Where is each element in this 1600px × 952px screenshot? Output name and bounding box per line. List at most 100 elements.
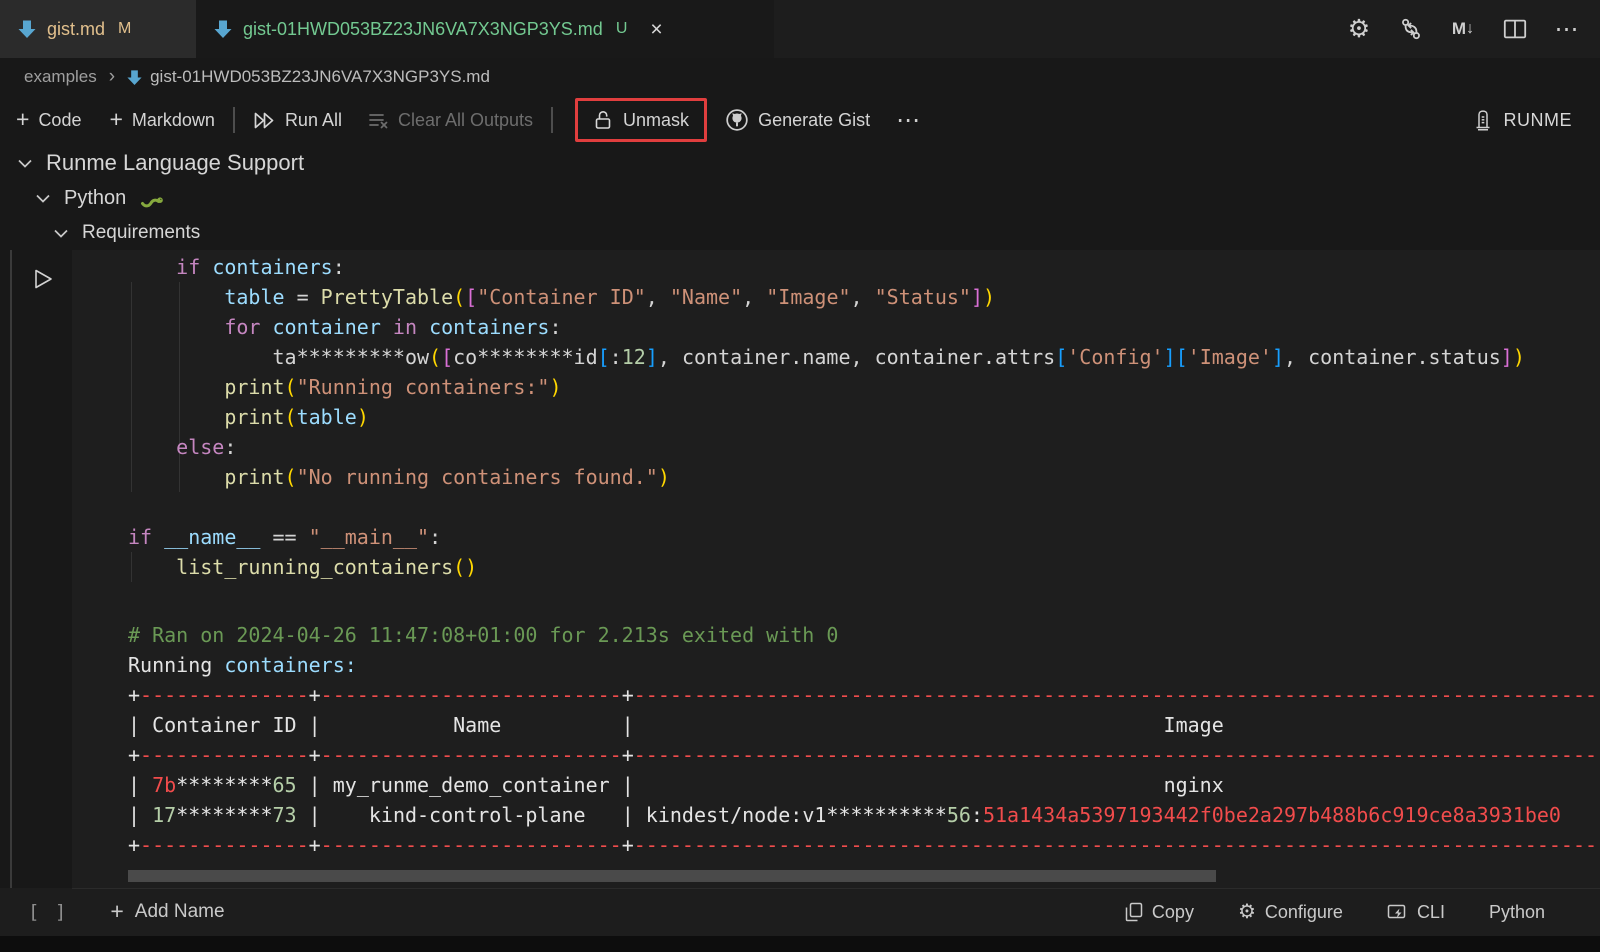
- horizontal-scrollbar[interactable]: [128, 870, 1216, 882]
- code-token: +: [622, 833, 634, 857]
- code-token: --------------: [140, 683, 309, 707]
- cell-more-actions-icon[interactable]: ⋯: [896, 106, 921, 135]
- code-token: +: [128, 683, 140, 707]
- breadcrumb-file[interactable]: gist-01HWD053BZ23JN6VA7X3NGP3YS.md: [150, 67, 490, 87]
- cell-status-bar: [ ] + Add Name Copy ⚙ Configure: [0, 888, 1600, 936]
- code-token: ----------------------------------------…: [634, 743, 1600, 767]
- code-token: 73: [273, 803, 297, 827]
- code-token: containers: [212, 255, 332, 279]
- plus-icon: +: [16, 108, 29, 131]
- code-token: | Container ID | Name | Image: [128, 713, 1224, 737]
- code-token: ********: [176, 803, 272, 827]
- code-editor[interactable]: if containers: table = PrettyTable(["Con…: [128, 252, 1525, 582]
- code-token: 'Image': [1188, 345, 1272, 369]
- breadcrumb: examples › gist-01HWD053BZ23JN6VA7X3NGP3…: [0, 58, 1600, 96]
- code-token: table: [224, 285, 284, 309]
- code-line: if containers:: [128, 252, 1525, 282]
- tab-title: gist.md: [47, 19, 105, 40]
- code-token: 17: [152, 803, 176, 827]
- execution-order-placeholder: [ ]: [28, 901, 68, 923]
- code-token: __name__: [164, 525, 260, 549]
- add-markdown-cell-button[interactable]: + Markdown: [109, 110, 214, 131]
- tab-title: gist-01HWD053BZ23JN6VA7X3NGP3YS.md: [243, 19, 603, 40]
- code-token: in: [393, 315, 417, 339]
- add-name-button[interactable]: + Add Name: [110, 901, 224, 923]
- code-token: -------------------------: [321, 743, 622, 767]
- code-token: =: [285, 285, 321, 309]
- cell-language-indicator[interactable]: Python: [1489, 902, 1545, 923]
- run-cell-button[interactable]: [30, 266, 56, 292]
- code-token: ,: [851, 285, 875, 309]
- code-token: ]: [646, 345, 658, 369]
- code-token: [417, 315, 429, 339]
- source-control-icon[interactable]: [1398, 16, 1424, 42]
- generate-gist-button[interactable]: Generate Gist: [725, 108, 870, 132]
- code-token: if: [128, 525, 152, 549]
- code-token: ]: [971, 285, 983, 309]
- code-token: -------------------------: [321, 833, 622, 857]
- unmask-button[interactable]: Unmask: [575, 98, 707, 142]
- gear-icon: ⚙: [1238, 902, 1256, 922]
- code-token: containers: [429, 315, 549, 339]
- notebook-toolbar: + Code + Markdown Run All Clear All Ou: [0, 96, 1600, 144]
- code-line: +--------------+------------------------…: [128, 680, 1600, 710]
- code-line: ta*********ow([co********id[:12], contai…: [128, 342, 1525, 372]
- code-token: :: [333, 255, 345, 279]
- code-token: [260, 315, 272, 339]
- code-token: containers:: [224, 653, 356, 677]
- cli-button[interactable]: CLI: [1387, 902, 1445, 923]
- add-code-cell-button[interactable]: + Code: [16, 110, 81, 131]
- window-bottom-strip: [0, 936, 1600, 952]
- code-token: ): [549, 375, 561, 399]
- code-token: [128, 375, 224, 399]
- plus-icon: +: [109, 108, 122, 131]
- code-token: else: [176, 435, 224, 459]
- code-token: [128, 465, 224, 489]
- code-token: "Image": [766, 285, 850, 309]
- markdown-preview-icon[interactable]: M↓: [1450, 16, 1476, 42]
- settings-gear-icon[interactable]: ⚙: [1346, 16, 1372, 42]
- code-token: ]: [1164, 345, 1176, 369]
- configure-button[interactable]: ⚙ Configure: [1238, 902, 1343, 923]
- tab-gist-notebook[interactable]: gist-01HWD053BZ23JN6VA7X3NGP3YS.md U ×: [196, 0, 774, 58]
- vscode-window: gist.md M gist-01HWD053BZ23JN6VA7X3NGP3Y…: [0, 0, 1600, 952]
- code-token: --------------: [140, 743, 309, 767]
- heading-python[interactable]: Python: [36, 187, 166, 210]
- code-token: "Container ID": [477, 285, 646, 309]
- heading-runme-language-support[interactable]: Runme Language Support: [18, 150, 304, 176]
- code-token: [128, 405, 224, 429]
- code-token: ----------------------------------------…: [634, 683, 1600, 707]
- copy-button[interactable]: Copy: [1125, 902, 1194, 923]
- code-token: -------------------------: [321, 683, 622, 707]
- code-token: [128, 315, 224, 339]
- cell-output: # Ran on 2024-04-26 11:47:08+01:00 for 2…: [128, 620, 1600, 860]
- split-editor-icon[interactable]: [1502, 16, 1528, 42]
- clear-all-outputs-button[interactable]: Clear All Outputs: [368, 110, 533, 131]
- code-token: +: [309, 833, 321, 857]
- code-token: container: [273, 315, 381, 339]
- runme-brand-button[interactable]: RUNME: [1472, 96, 1573, 144]
- tab-gist-md[interactable]: gist.md M: [0, 0, 196, 58]
- chevron-down-icon: [36, 194, 50, 203]
- code-token: --------------: [140, 833, 309, 857]
- code-token: [128, 555, 176, 579]
- code-token: ==: [260, 525, 308, 549]
- code-token: print: [224, 405, 284, 429]
- close-tab-icon[interactable]: ×: [650, 19, 662, 40]
- git-modified-badge: M: [118, 20, 131, 38]
- more-actions-icon[interactable]: ⋯: [1554, 16, 1580, 42]
- code-token: 'Config': [1067, 345, 1163, 369]
- heading-requirements[interactable]: Requirements: [54, 222, 200, 244]
- code-token: "No running containers found.": [297, 465, 658, 489]
- code-token: :: [610, 345, 622, 369]
- code-token: ): [658, 465, 670, 489]
- code-line: print("Running containers:"): [128, 372, 1525, 402]
- code-line: else:: [128, 432, 1525, 462]
- code-token: (: [285, 405, 297, 429]
- run-all-button[interactable]: Run All: [253, 110, 342, 131]
- code-token: [: [465, 285, 477, 309]
- copy-icon: [1125, 902, 1143, 922]
- code-token: (): [453, 555, 477, 579]
- breadcrumb-folder[interactable]: examples: [24, 67, 97, 87]
- code-token: (: [429, 345, 441, 369]
